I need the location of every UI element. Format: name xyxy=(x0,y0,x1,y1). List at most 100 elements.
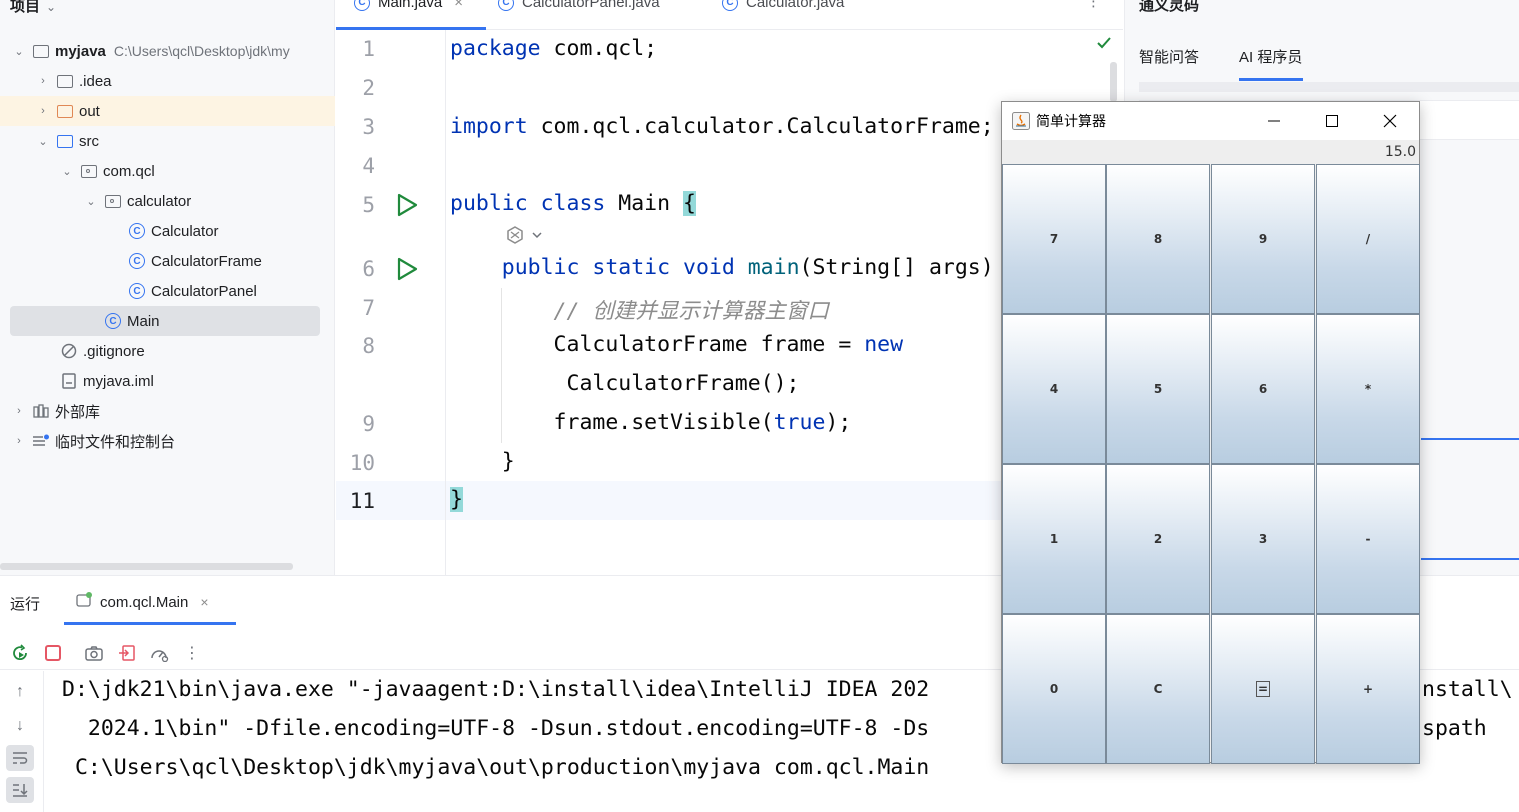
minimize-icon[interactable] xyxy=(1245,102,1303,140)
tree-item-main[interactable]: C Main xyxy=(10,306,320,336)
code-line-11[interactable]: } xyxy=(450,487,463,512)
code-line-1[interactable]: package com.qcl; xyxy=(450,36,657,61)
scroll-up-icon[interactable]: ↑ xyxy=(6,679,34,705)
close-icon[interactable]: × xyxy=(454,0,463,11)
more-tabs-icon[interactable]: ⋮ xyxy=(1086,0,1101,10)
code-line-9[interactable]: frame.setVisible(true); xyxy=(450,410,852,435)
tree-item-label: 临时文件和控制台 xyxy=(55,433,176,451)
key-0[interactable]: 0 xyxy=(1002,614,1106,764)
tab-smart-qa[interactable]: 智能问答 xyxy=(1139,46,1199,67)
more-options-icon[interactable]: ⋮ xyxy=(179,640,205,666)
console-line-overflow[interactable]: spath xyxy=(1422,716,1487,741)
key-equals[interactable]: = xyxy=(1211,614,1315,764)
inspection-ok-icon[interactable] xyxy=(1096,36,1112,55)
camera-icon[interactable] xyxy=(81,640,107,666)
ai-inlay-icon[interactable] xyxy=(504,225,544,252)
key-9[interactable]: 9 xyxy=(1211,164,1315,314)
code-line-8-wrap[interactable]: CalculatorFrame(); xyxy=(450,371,799,396)
code-line-3[interactable]: import com.qcl.calculator.CalculatorFram… xyxy=(450,114,994,139)
maximize-icon[interactable] xyxy=(1303,102,1361,140)
collapse-arrow-icon[interactable]: › xyxy=(12,435,26,447)
class-icon: C xyxy=(128,223,146,239)
tree-item-scratches[interactable]: › 临时文件和控制台 xyxy=(0,426,335,456)
key-5[interactable]: 5 xyxy=(1106,314,1210,464)
console-line[interactable]: D:\jdk21\bin\java.exe "-javaagent:D:\ins… xyxy=(62,677,929,702)
console-line-overflow[interactable]: nstall\ xyxy=(1422,677,1513,702)
line-number: 5 xyxy=(362,193,375,217)
ai-divider xyxy=(1421,438,1519,440)
run-method-icon[interactable] xyxy=(394,256,420,282)
tab-calculatorpanel-java[interactable]: C CalculatorPanel.java xyxy=(498,0,660,11)
close-icon[interactable] xyxy=(1361,102,1419,140)
tab-main-java[interactable]: C Main.java × xyxy=(354,0,463,11)
expand-arrow-icon[interactable]: ⌄ xyxy=(12,45,26,58)
project-horizontal-scrollbar[interactable] xyxy=(0,563,293,570)
key-4[interactable]: 4 xyxy=(1002,314,1106,464)
key-1[interactable]: 1 xyxy=(1002,464,1106,614)
expand-arrow-icon[interactable]: ⌄ xyxy=(84,195,98,208)
ai-toolbar-strip xyxy=(1139,82,1519,92)
tree-item-myjava-iml[interactable]: myjava.iml xyxy=(0,366,335,396)
scratches-icon xyxy=(32,433,50,449)
key-divide[interactable]: / xyxy=(1316,164,1420,314)
profiler-icon[interactable] xyxy=(146,640,172,666)
expand-arrow-icon[interactable]: ⌄ xyxy=(36,135,50,148)
code-line-8[interactable]: CalculatorFrame frame = new xyxy=(450,332,904,357)
scroll-down-icon[interactable]: ↓ xyxy=(6,713,34,739)
run-config-icon xyxy=(76,592,92,612)
tree-item-label: out xyxy=(79,102,100,120)
exit-icon[interactable] xyxy=(114,640,140,666)
line-number: 2 xyxy=(362,76,375,100)
collapse-arrow-icon[interactable]: › xyxy=(36,105,50,117)
tree-item-com-qcl[interactable]: ⌄ com.qcl xyxy=(0,156,335,186)
rerun-icon[interactable] xyxy=(7,640,33,666)
stop-icon[interactable] xyxy=(40,640,66,666)
key-8[interactable]: 8 xyxy=(1106,164,1210,314)
key-6[interactable]: 6 xyxy=(1211,314,1315,464)
scroll-to-end-icon[interactable] xyxy=(6,777,34,803)
key-3[interactable]: 3 xyxy=(1211,464,1315,614)
run-side-toolbar: ↑ ↓ xyxy=(0,671,44,812)
tree-item-idea[interactable]: › .idea xyxy=(0,66,335,96)
calculator-window[interactable]: 简单计算器 15.0 7 8 9 / 4 5 6 * 1 2 3 - 0 C =… xyxy=(1001,101,1420,764)
tab-ai-programmer[interactable]: AI 程序员 xyxy=(1239,46,1302,67)
key-multiply[interactable]: * xyxy=(1316,314,1420,464)
project-header[interactable]: 项目 ⌄ xyxy=(10,0,56,16)
line-number: 8 xyxy=(362,334,375,358)
code-line-6[interactable]: public static void main(String[] args) { xyxy=(450,255,1020,280)
key-minus[interactable]: - xyxy=(1316,464,1420,614)
key-clear[interactable]: C xyxy=(1106,614,1210,764)
key-7[interactable]: 7 xyxy=(1002,164,1106,314)
tree-item-calculator-package[interactable]: ⌄ calculator xyxy=(0,186,335,216)
tree-item-calculatorpanel[interactable]: C CalculatorPanel xyxy=(0,276,335,306)
close-icon[interactable]: × xyxy=(200,594,208,610)
console-line[interactable]: 2024.1\bin" -Dfile.encoding=UTF-8 -Dsun.… xyxy=(62,716,929,741)
code-line-10[interactable]: } xyxy=(450,449,515,474)
key-plus[interactable]: + xyxy=(1316,614,1420,764)
expand-arrow-icon[interactable]: ⌄ xyxy=(60,165,74,178)
tab-calculator-java[interactable]: C Calculator.java xyxy=(722,0,844,11)
tree-item-external-libraries[interactable]: › 外部库 xyxy=(0,396,335,426)
tree-item-calculator-class[interactable]: C Calculator xyxy=(0,216,335,246)
tree-item-gitignore[interactable]: .gitignore xyxy=(0,336,335,366)
calculator-titlebar[interactable]: 简单计算器 xyxy=(1002,102,1419,140)
library-icon xyxy=(32,403,50,419)
key-2[interactable]: 2 xyxy=(1106,464,1210,614)
code-line-5[interactable]: public class Main { xyxy=(450,191,696,216)
run-class-icon[interactable] xyxy=(394,192,420,218)
tree-item-myjava[interactable]: ⌄ myjava C:\Users\qcl\Desktop\jdk\my xyxy=(0,36,335,66)
chevron-down-icon[interactable]: ⌄ xyxy=(46,0,56,14)
tree-item-out[interactable]: › out xyxy=(0,96,335,126)
class-icon: C xyxy=(498,0,514,11)
console-line[interactable]: C:\Users\qcl\Desktop\jdk\myjava\out\prod… xyxy=(62,755,929,780)
collapse-arrow-icon[interactable]: › xyxy=(12,405,26,417)
collapse-arrow-icon[interactable]: › xyxy=(36,75,50,87)
run-config-tab[interactable]: com.qcl.Main × xyxy=(76,592,209,612)
code-line-7-comment[interactable]: // 创建并显示计算器主窗口 xyxy=(450,294,829,325)
soft-wrap-icon[interactable] xyxy=(6,745,34,771)
runnable-class-icon: C xyxy=(104,313,122,329)
tree-item-calculatorframe[interactable]: C CalculatorFrame xyxy=(0,246,335,276)
tree-item-src[interactable]: ⌄ src xyxy=(0,126,335,156)
editor-vertical-scrollbar[interactable] xyxy=(1110,62,1117,102)
run-panel-title: 运行 xyxy=(10,596,41,613)
